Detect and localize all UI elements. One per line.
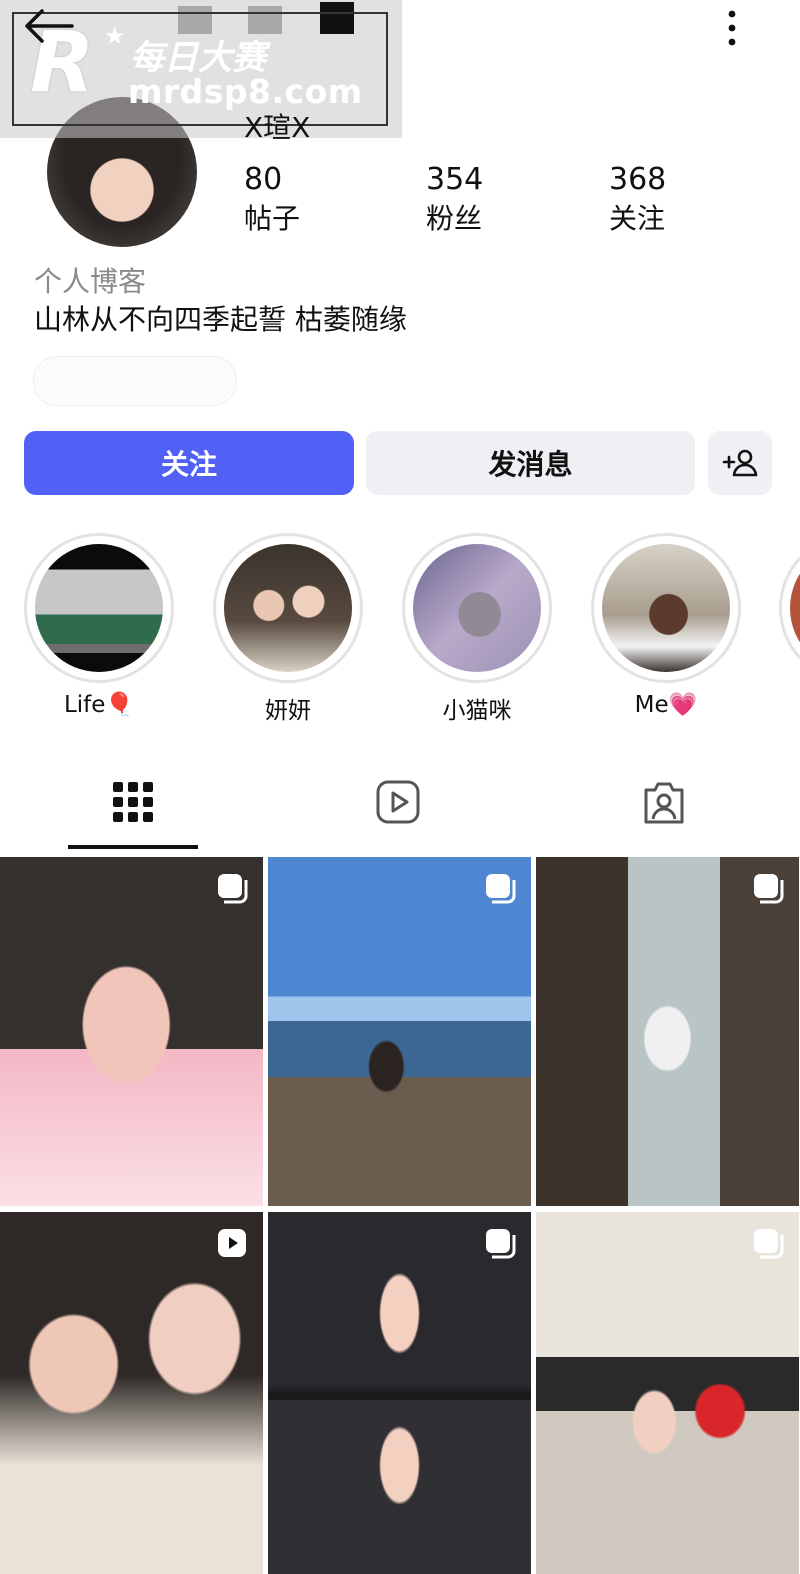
- suggest-users-button[interactable]: [708, 431, 772, 495]
- highlight-item[interactable]: Life🎈: [24, 533, 174, 718]
- highlight-label: Life🎈: [63, 692, 135, 718]
- post-thumbnail[interactable]: [0, 857, 263, 1206]
- grid-icon[interactable]: [109, 778, 157, 826]
- stat-posts[interactable]: 80 帖子: [244, 162, 300, 237]
- follow-button[interactable]: 关注: [24, 431, 354, 495]
- post-thumbnail[interactable]: [268, 1212, 531, 1574]
- post-thumbnail[interactable]: [268, 857, 531, 1206]
- highlight-cover: [35, 544, 163, 672]
- active-tab-indicator: [68, 845, 198, 849]
- reels-icon[interactable]: [374, 778, 422, 826]
- multiple-photos-icon: [486, 874, 516, 904]
- highlight-label: 小猫咪: [442, 698, 512, 724]
- stat-posts-label: 帖子: [244, 202, 301, 235]
- link-pill[interactable]: [33, 356, 237, 406]
- highlight-cover: [413, 544, 541, 672]
- post-thumbnail[interactable]: [0, 1212, 263, 1574]
- stat-following[interactable]: 368 关注: [609, 162, 666, 237]
- highlight-item-partial[interactable]: [779, 533, 800, 683]
- highlight-ring: [779, 533, 800, 683]
- profile-category: 个人博客: [34, 265, 147, 298]
- highlight-item[interactable]: 小猫咪: [402, 533, 552, 725]
- highlight-ring: [402, 533, 552, 683]
- stat-posts-value: 80: [244, 162, 283, 197]
- highlight-ring: [24, 533, 174, 683]
- profile-bio: 山林从不向四季起誓 枯萎随缘: [34, 303, 407, 336]
- highlight-cover: [602, 544, 730, 672]
- stat-followers-value: 354: [426, 162, 484, 197]
- back-arrow-icon[interactable]: [22, 8, 74, 44]
- highlight-label: Me💗: [634, 692, 698, 718]
- highlight-label: 妍妍: [265, 698, 311, 724]
- highlight-ring: [591, 533, 741, 683]
- highlight-cover: [224, 544, 352, 672]
- stat-followers-label: 粉丝: [426, 202, 483, 235]
- add-person-icon: [722, 449, 758, 477]
- multiple-photos-icon: [486, 1229, 516, 1259]
- post-thumbnail[interactable]: [536, 1212, 799, 1574]
- highlight-item[interactable]: 妍妍: [213, 533, 363, 725]
- stat-following-label: 关注: [609, 202, 666, 235]
- profile-username: X瑄X: [244, 111, 311, 144]
- watermark-star-icon: ★: [104, 22, 126, 50]
- stat-following-value: 368: [609, 162, 667, 197]
- reel-play-icon: [218, 1229, 246, 1257]
- multiple-photos-icon: [754, 874, 784, 904]
- highlight-ring: [213, 533, 363, 683]
- highlight-cover: [790, 544, 800, 672]
- highlight-item[interactable]: Me💗: [591, 533, 741, 718]
- multiple-photos-icon: [754, 1229, 784, 1259]
- stat-followers[interactable]: 354 粉丝: [426, 162, 483, 237]
- tagged-icon[interactable]: [640, 778, 688, 826]
- multiple-photos-icon: [218, 874, 248, 904]
- message-button[interactable]: 发消息: [366, 431, 695, 495]
- post-thumbnail[interactable]: [536, 857, 799, 1206]
- more-options-icon[interactable]: [720, 8, 744, 48]
